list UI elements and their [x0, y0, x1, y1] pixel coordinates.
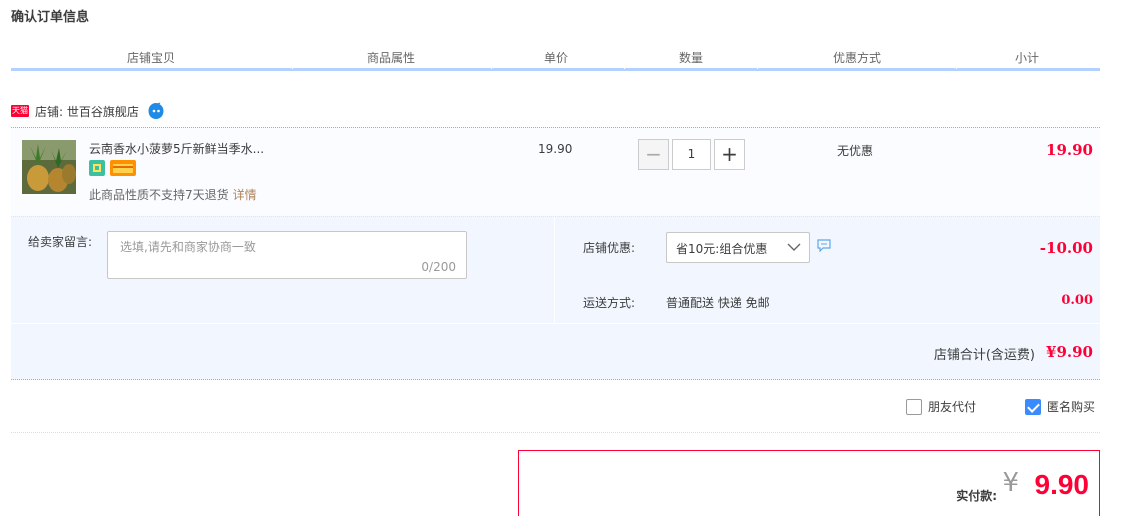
order-extras: 给卖家留言: 选填,请先和商家协商一致 0/200 店铺优惠: 省10元:组合优…: [11, 216, 1100, 323]
shipping-amount: 0.00: [1061, 293, 1093, 308]
friend-pay-checkbox[interactable]: [906, 398, 922, 415]
friend-pay-label: 朋友代付: [928, 400, 977, 414]
quantity-decrease-button[interactable]: −: [638, 139, 669, 170]
page-title: 确认订单信息: [11, 10, 90, 25]
product-image[interactable]: [22, 140, 76, 194]
shop-promotion-selected: 省10元:组合优惠: [676, 242, 768, 256]
payment-label: 实付款:: [956, 489, 997, 503]
shop-total-row: 店铺合计(含运费) ¥9.90: [11, 323, 1100, 380]
message-label: 给卖家留言:: [28, 235, 93, 249]
shipping-method: 普通配送 快递 免邮: [666, 296, 770, 310]
return-policy-detail-link[interactable]: 详情: [233, 188, 257, 202]
chevron-down-icon: [787, 243, 801, 251]
shop-promotion-amount: -10.00: [1039, 239, 1093, 257]
payment-summary: 实付款: ¥ 9.90: [518, 450, 1100, 516]
divider: [11, 432, 1100, 433]
service-badges: [89, 160, 136, 176]
payment-amount: 9.90: [1034, 469, 1090, 500]
message-bubble-icon[interactable]: [817, 239, 831, 252]
seller-message-input[interactable]: 选填,请先和商家协商一致 0/200: [107, 231, 467, 279]
message-char-count: 0/200: [421, 260, 456, 274]
anonymous-purchase-label: 匿名购买: [1047, 400, 1096, 414]
column-header-discount: 优惠方式: [832, 51, 881, 65]
shop-promotion-select[interactable]: 省10元:组合优惠: [666, 232, 810, 263]
message-section: 给卖家留言: 选填,请先和商家协商一致 0/200: [11, 217, 555, 323]
payment-currency: ¥: [1002, 468, 1019, 498]
item-subtotal: 19.90: [1046, 141, 1093, 159]
column-header-attributes: 商品属性: [366, 51, 415, 65]
order-item-row: 云南香水小菠萝5斤新鲜当季水... 此商品性质不支持7天退货 详情 19.90 −…: [11, 127, 1100, 216]
credit-card-icon[interactable]: [110, 160, 136, 176]
quality-badge-icon[interactable]: [89, 160, 105, 176]
product-title-link[interactable]: 云南香水小菠萝5斤新鲜当季水...: [89, 140, 264, 157]
return-policy-text: 此商品性质不支持7天退货: [89, 188, 229, 202]
anonymous-purchase-checkbox[interactable]: [1025, 398, 1041, 415]
column-header-quantity: 数量: [678, 51, 703, 65]
column-header-shop-item: 店铺宝贝: [126, 51, 175, 65]
column-header: 店铺宝贝 商品属性 单价 数量 优惠方式 小计: [11, 48, 1100, 71]
message-placeholder: 选填,请先和商家协商一致: [120, 240, 256, 254]
shipping-label: 运送方式:: [583, 296, 636, 310]
shop-total-label: 店铺合计(含运费): [933, 348, 1035, 363]
shop-row: 天猫 店铺: 世百谷旗舰店: [11, 100, 165, 122]
quantity-input[interactable]: 1: [672, 139, 711, 170]
shop-total-value: ¥9.90: [1046, 343, 1093, 361]
return-policy-note: 此商品性质不支持7天退货 详情: [89, 186, 257, 203]
quantity-increase-button[interactable]: +: [714, 139, 745, 170]
discount-type: 无优惠: [837, 144, 874, 158]
unit-price: 19.90: [538, 142, 573, 156]
tmall-icon: 天猫: [11, 105, 29, 117]
wangwang-chat-icon[interactable]: [147, 102, 165, 120]
friend-pay-option[interactable]: 朋友代付: [906, 398, 976, 415]
shop-name[interactable]: 店铺: 世百谷旗舰店: [35, 103, 139, 120]
quantity-stepper: − 1 +: [638, 139, 745, 170]
anonymous-purchase-option[interactable]: 匿名购买: [1025, 398, 1095, 415]
shop-promotion-label: 店铺优惠:: [583, 241, 636, 255]
column-header-subtotal: 小计: [1014, 51, 1039, 65]
column-header-unit-price: 单价: [543, 51, 568, 65]
